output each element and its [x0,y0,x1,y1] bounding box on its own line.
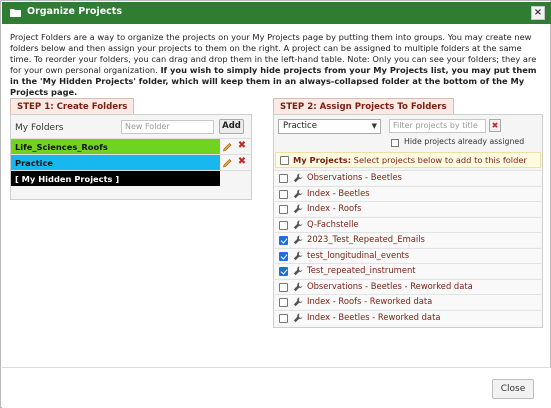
dialog-footer: Close [2,367,551,408]
folder-name: Practice [11,155,220,170]
project-checkbox[interactable] [279,267,288,276]
my-projects-header-row: My Projects: Select projects below to ad… [275,152,541,168]
project-checkbox[interactable] [279,236,288,245]
close-button[interactable]: Close [492,379,534,399]
wrench-icon [293,313,303,322]
project-row[interactable]: Observations - Beetles [275,170,541,185]
folder-select[interactable]: Practice ▼ [278,119,381,134]
filter-projects-input[interactable]: Filter projects by title [389,119,486,133]
folder-row[interactable]: [ My Hidden Projects ] [11,170,251,186]
assign-projects-panel: STEP 2: Assign Projects To Folders Pract… [273,98,543,328]
wrench-icon [293,235,303,245]
project-checkbox[interactable] [279,282,288,292]
project-row[interactable]: Index - Beetles [275,185,541,201]
my-projects-hint: Select projects below to add to this fol… [351,155,527,165]
intro-text: Project Folders are a way to organize th… [10,32,542,98]
project-name[interactable]: Index - Roofs - Reworked data [307,296,432,306]
my-projects-label: My Projects: [293,155,352,165]
my-projects-instruction: My Projects: Select projects below to ad… [293,155,527,165]
project-row[interactable]: Q-Fachstelle [275,216,541,232]
wrench-icon [293,282,303,291]
folder-select-value: Practice [283,121,317,131]
folder-row[interactable]: Practice ✖ [11,154,251,170]
add-folder-button[interactable]: Add [219,119,244,134]
delete-icon[interactable]: ✖ [236,156,248,168]
my-folders-label: My Folders [15,123,64,133]
close-icon[interactable]: × [531,6,545,20]
hide-assigned-label: Hide projects already assigned [404,137,525,146]
select-all-checkbox[interactable] [280,156,289,165]
project-name[interactable]: Observations - Beetles - Reworked data [307,281,473,291]
delete-icon[interactable]: ✖ [236,140,248,152]
project-row[interactable]: Test_repeated_instrument [275,263,541,278]
project-checkbox[interactable] [279,313,288,323]
folders-table: My Folders New Folder Add Life_Sciences_… [10,114,252,200]
step2-tab: STEP 2: Assign Projects To Folders [273,98,454,115]
project-name[interactable]: Q-Fachstelle [307,219,359,229]
wrench-icon [293,297,303,307]
project-checkbox[interactable] [279,298,288,307]
project-row[interactable]: Index - Roofs [275,201,541,216]
project-row[interactable]: Index - Beetles - Reworked data [275,309,541,325]
project-row[interactable]: 2023_Test_Repeated_Emails [275,232,541,247]
assign-box: Practice ▼ Filter projects by title ✖ Hi… [273,114,543,328]
wrench-icon [293,251,303,260]
pencil-icon[interactable] [222,157,232,168]
pencil-icon[interactable] [222,141,232,152]
wrench-icon [293,204,303,214]
folder-row[interactable]: Life_Sciences_Roofs ✖ [11,138,251,154]
project-name[interactable]: 2023_Test_Repeated_Emails [307,234,425,244]
wrench-icon [293,189,303,198]
folder-icon [10,9,21,17]
project-name[interactable]: Observations - Beetles [307,172,402,182]
project-name[interactable]: Index - Roofs [307,203,361,213]
folder-name: Life_Sciences_Roofs [11,139,220,154]
project-checkbox[interactable] [279,220,288,230]
project-row[interactable]: test_longitudinal_events [275,247,541,263]
project-checkbox[interactable] [279,251,288,261]
organize-projects-dialog: Organize Projects × Project Folders are … [0,0,551,408]
new-folder-input[interactable]: New Folder [121,120,214,134]
wrench-icon [293,173,303,183]
chevron-down-icon: ▼ [371,122,377,130]
create-folders-panel: STEP 1: Create Folders My Folders New Fo… [10,98,252,200]
folder-name: [ My Hidden Projects ] [11,171,220,186]
project-row[interactable]: Index - Roofs - Reworked data [275,294,541,309]
project-name[interactable]: Test_repeated_instrument [307,265,416,275]
project-checkbox[interactable] [279,205,288,214]
wrench-icon [293,220,303,229]
wrench-icon [293,266,303,276]
project-name[interactable]: Index - Beetles [307,188,370,198]
dialog-titlebar[interactable]: Organize Projects × [2,2,551,24]
project-row[interactable]: Observations - Beetles - Reworked data [275,278,541,294]
project-checkbox[interactable] [279,189,288,199]
hide-assigned-checkbox[interactable] [391,139,399,147]
step1-tab: STEP 1: Create Folders [10,98,135,115]
project-checkbox[interactable] [279,174,288,183]
dialog-title: Organize Projects [27,6,122,17]
project-name[interactable]: Index - Beetles - Reworked data [307,312,440,322]
clear-filter-button[interactable]: ✖ [489,119,501,132]
project-name[interactable]: test_longitudinal_events [307,250,409,260]
